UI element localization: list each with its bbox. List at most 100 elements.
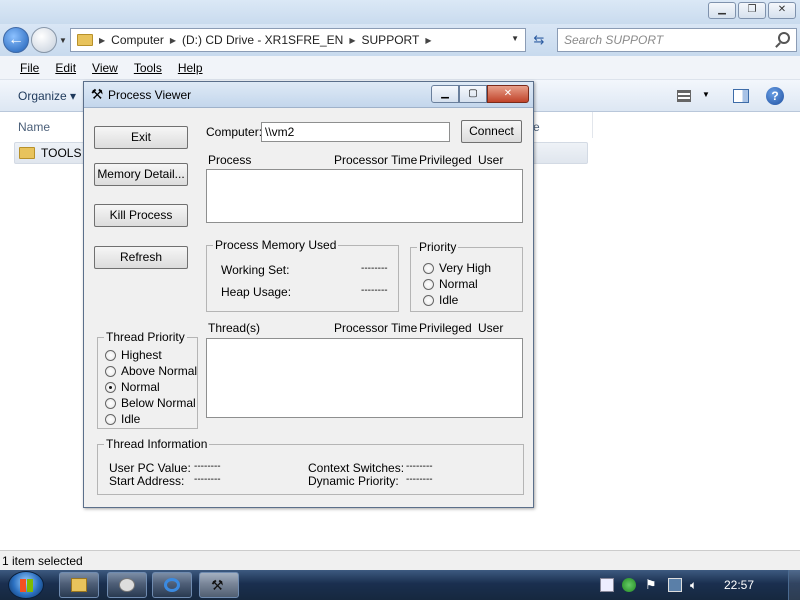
- start-button[interactable]: [8, 571, 44, 599]
- taskbar-internet-explorer[interactable]: [152, 572, 192, 598]
- heap-usage-value: --------: [361, 285, 388, 296]
- user-column-header: User: [478, 153, 504, 167]
- dialog-minimize-button[interactable]: ▁: [431, 85, 459, 103]
- threads-column-header: Thread(s): [208, 321, 261, 335]
- forward-button[interactable]: [31, 27, 57, 53]
- memory-detail-button[interactable]: Memory Detail...: [94, 163, 188, 186]
- chevron-right-icon[interactable]: ▶: [170, 36, 176, 45]
- dynamic-priority-value: --------: [406, 474, 433, 485]
- priority-normal-radio[interactable]: Normal: [423, 277, 478, 291]
- preview-pane-icon[interactable]: [733, 89, 749, 103]
- maximize-button[interactable]: ❐: [738, 2, 766, 19]
- window-controls: ▁ ❐ ✕: [708, 2, 796, 19]
- kill-process-label: Kill Process: [109, 208, 173, 222]
- process-list[interactable]: [206, 169, 523, 223]
- taskbar-process-viewer[interactable]: ⚒: [199, 572, 239, 598]
- process-memory-group: Process Memory Used Working Set: -------…: [206, 238, 399, 312]
- back-button[interactable]: ←: [3, 27, 29, 53]
- address-bar[interactable]: ▶ Computer ▶ (D:) CD Drive - XR1SFRE_EN …: [70, 28, 526, 52]
- search-icon[interactable]: [778, 32, 790, 44]
- column-divider[interactable]: [592, 112, 593, 138]
- radio-button[interactable]: [423, 294, 434, 306]
- status-bar: 1 item selected: [0, 550, 800, 570]
- thread-priority-idle-radio[interactable]: Idle: [105, 412, 140, 426]
- explorer-titlebar: ▁ ❐ ✕: [0, 0, 800, 24]
- thread-priority-normal-label: Normal: [121, 380, 160, 394]
- connect-label: Connect: [469, 124, 514, 138]
- views-icon[interactable]: [677, 90, 691, 102]
- memory-detail-label: Memory Detail...: [97, 167, 185, 181]
- thread-information-group: Thread Information User PC Value: ------…: [97, 437, 524, 495]
- breadcrumb-support[interactable]: SUPPORT: [362, 33, 420, 47]
- radio-button[interactable]: [105, 365, 116, 377]
- address-dropdown-icon[interactable]: ▼: [511, 34, 519, 43]
- thread-processor-time-column-header: Processor Time: [334, 321, 418, 335]
- menu-help[interactable]: Help: [176, 61, 217, 75]
- chevron-right-icon[interactable]: ▶: [425, 36, 431, 45]
- taskbar-media-player[interactable]: [107, 572, 147, 598]
- dialog-titlebar[interactable]: ⚒ Process Viewer ▁ ▢ ✕: [84, 82, 533, 108]
- radio-button[interactable]: [423, 278, 434, 290]
- priority-title: Priority: [417, 240, 459, 254]
- threads-list[interactable]: [206, 338, 523, 418]
- radio-button-selected[interactable]: [105, 381, 116, 393]
- working-set-value: --------: [361, 263, 388, 274]
- column-header-partial[interactable]: e: [533, 120, 540, 134]
- chevron-right-icon[interactable]: ▶: [349, 36, 355, 45]
- network-icon[interactable]: [668, 578, 682, 592]
- status-text: 1 item selected: [2, 554, 83, 568]
- views-dropdown-icon[interactable]: ▼: [702, 90, 710, 99]
- radio-button[interactable]: [105, 349, 116, 361]
- refresh-icon[interactable]: ⇆: [528, 30, 550, 50]
- volume-muted-icon[interactable]: 🔈︎: [690, 578, 704, 592]
- menu-view[interactable]: View: [90, 61, 132, 75]
- clock[interactable]: 22:57: [724, 578, 754, 592]
- thread-priority-below-normal-radio[interactable]: Below Normal: [105, 396, 196, 410]
- menu-bar: File Edit View Tools Help: [0, 56, 800, 80]
- radio-button[interactable]: [105, 397, 116, 409]
- radio-button[interactable]: [105, 413, 116, 425]
- computer-field[interactable]: \\vm2: [261, 122, 450, 142]
- chevron-right-icon[interactable]: ▶: [99, 36, 105, 45]
- thread-priority-above-normal-radio[interactable]: Above Normal: [105, 364, 197, 378]
- media-player-icon: [119, 578, 135, 592]
- action-center-flag-icon[interactable]: ⚑: [645, 578, 659, 592]
- connect-button[interactable]: Connect: [461, 120, 522, 143]
- windows-logo-icon: [20, 579, 33, 592]
- organize-button[interactable]: Organize ▾: [18, 89, 76, 103]
- breadcrumb-cd-drive[interactable]: (D:) CD Drive - XR1SFRE_EN: [182, 33, 343, 47]
- exit-label: Exit: [130, 130, 151, 144]
- working-set-label: Working Set:: [221, 263, 290, 277]
- priority-very-high-radio[interactable]: Very High: [423, 261, 491, 275]
- minimize-button[interactable]: ▁: [708, 2, 736, 19]
- search-input[interactable]: Search SUPPORT: [557, 28, 797, 52]
- start-address-value: --------: [194, 474, 221, 485]
- thread-priority-highest-radio[interactable]: Highest: [105, 348, 162, 362]
- breadcrumb-computer[interactable]: Computer: [111, 33, 164, 47]
- help-icon[interactable]: ?: [766, 87, 784, 105]
- menu-file[interactable]: File: [18, 61, 53, 75]
- priority-idle-radio[interactable]: Idle: [423, 293, 458, 307]
- exit-button[interactable]: Exit: [94, 126, 188, 149]
- menu-tools[interactable]: Tools: [132, 61, 176, 75]
- thread-information-title: Thread Information: [104, 437, 210, 451]
- folder-name: TOOLS: [41, 146, 82, 160]
- column-header-name[interactable]: Name: [18, 120, 50, 134]
- kill-process-button[interactable]: Kill Process: [94, 204, 188, 227]
- dialog-maximize-button[interactable]: ▢: [459, 85, 487, 103]
- recent-pages-dropdown[interactable]: ▼: [59, 36, 67, 45]
- security-shield-icon[interactable]: [622, 578, 636, 592]
- dialog-close-button[interactable]: ✕: [487, 85, 529, 103]
- close-button[interactable]: ✕: [768, 2, 796, 19]
- start-address-label: Start Address:: [109, 474, 185, 488]
- menu-edit[interactable]: Edit: [53, 61, 90, 75]
- show-desktop-button[interactable]: [788, 570, 800, 600]
- thread-priority-normal-radio[interactable]: Normal: [105, 380, 160, 394]
- priority-idle-label: Idle: [439, 293, 459, 307]
- thread-priority-above-normal-label: Above Normal: [121, 364, 198, 378]
- radio-button[interactable]: [423, 262, 434, 274]
- refresh-button[interactable]: Refresh: [94, 246, 188, 269]
- priority-very-high-label: Very High: [439, 261, 492, 275]
- document-icon[interactable]: [600, 578, 614, 592]
- taskbar-explorer[interactable]: [59, 572, 99, 598]
